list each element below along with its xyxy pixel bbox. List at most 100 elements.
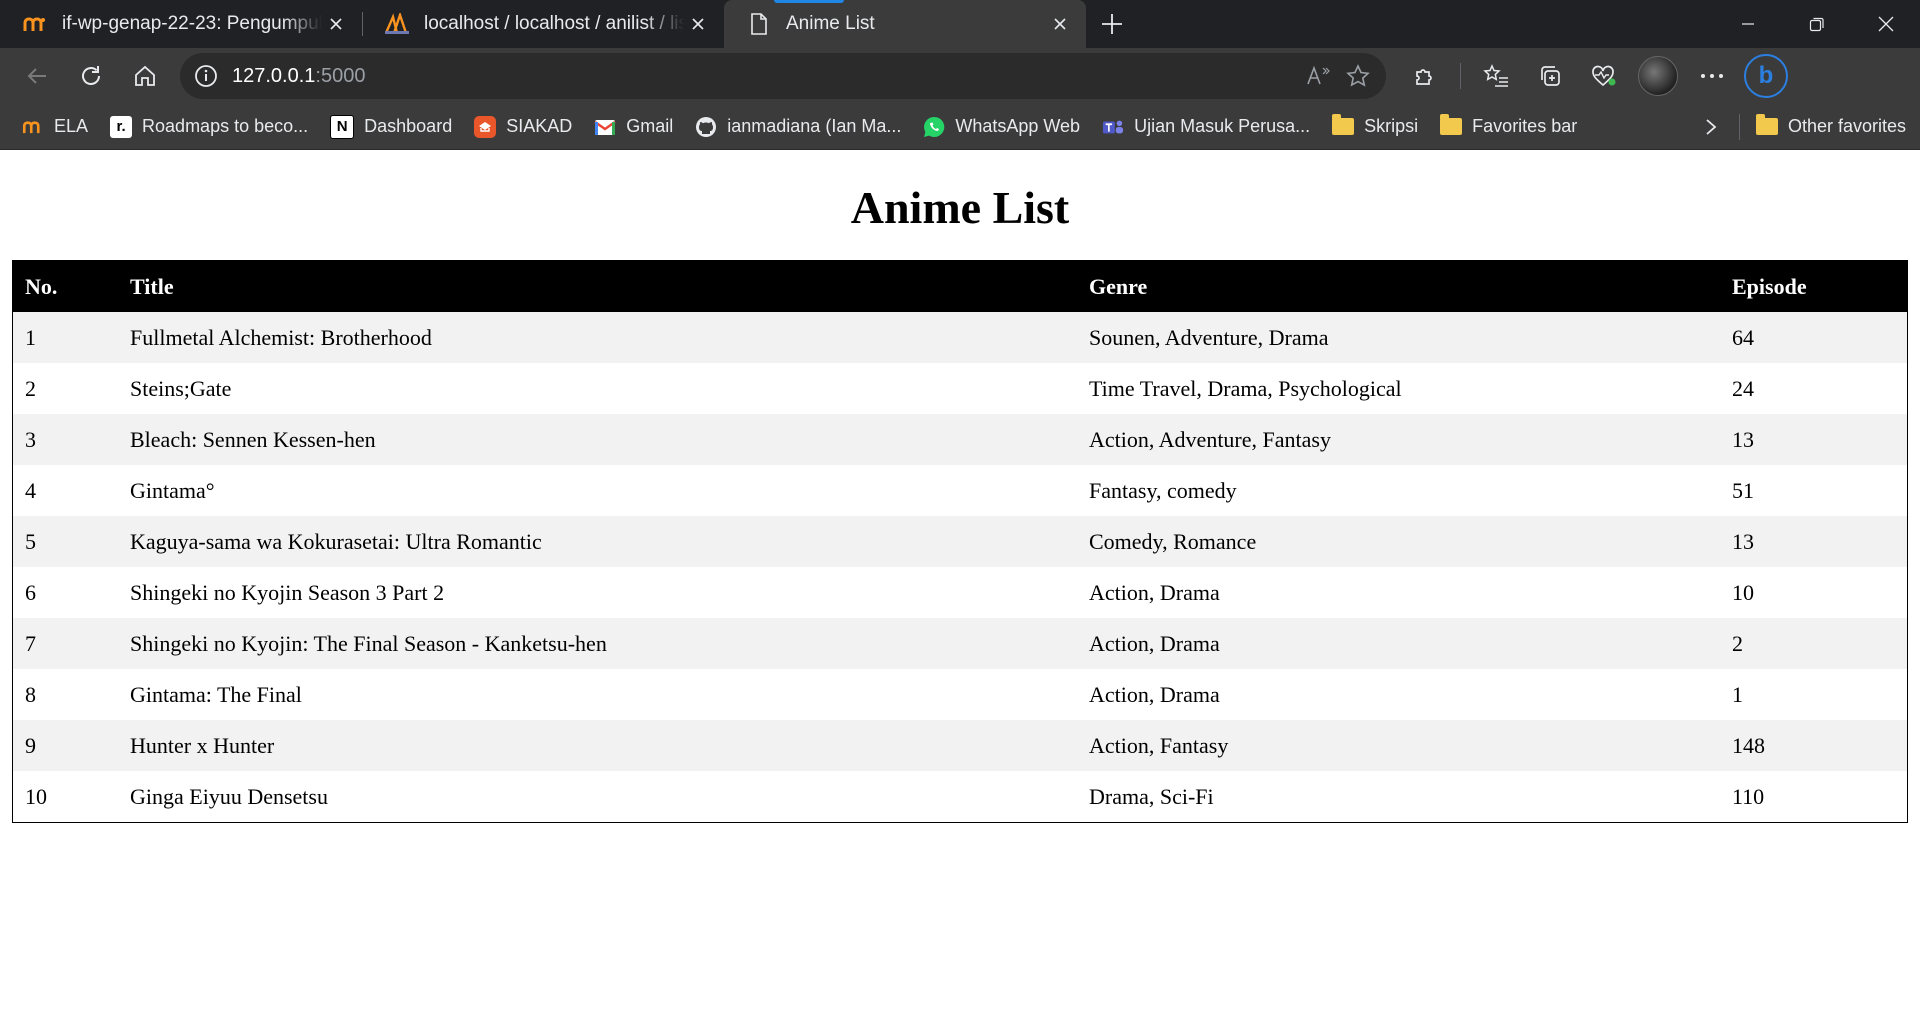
- cell-no: 8: [25, 681, 36, 707]
- whatsapp-icon: [923, 116, 945, 138]
- bookmark-folder-skripsi[interactable]: Skripsi: [1332, 114, 1418, 137]
- bookmark-gmail[interactable]: Gmail: [594, 116, 673, 138]
- site-info-icon[interactable]: [194, 64, 218, 88]
- column-header-no: No.: [12, 260, 118, 312]
- cell-episode: 51: [1732, 477, 1754, 503]
- tab-strip: if-wp-genap-22-23: Pengumpulan localhost…: [0, 0, 1920, 48]
- cell-genre: Time Travel, Drama, Psychological: [1089, 375, 1402, 401]
- tab-title: localhost / localhost / anilist / list: [424, 13, 684, 34]
- heart-pulse-icon: [1592, 65, 1616, 87]
- table-row: 1 Fullmetal Alchemist: Brotherhood Soune…: [12, 312, 1908, 363]
- bookmark-ela[interactable]: ELA: [22, 116, 88, 138]
- cell-title: Ginga Eiyuu Densetsu: [130, 783, 328, 809]
- cell-no: 7: [25, 630, 36, 656]
- address-bar[interactable]: 127.0.0.1:5000: [180, 53, 1386, 99]
- page-icon: [746, 11, 772, 37]
- cell-no: 9: [25, 732, 36, 758]
- favorites-list-icon: [1483, 64, 1508, 87]
- close-window-button[interactable]: [1851, 0, 1920, 48]
- refresh-button[interactable]: [64, 54, 118, 98]
- favorites-bar: ELA r. Roadmaps to beco... N Dashboard S…: [0, 104, 1920, 150]
- cell-no: 2: [25, 375, 36, 401]
- table-row: 2 Steins;Gate Time Travel, Drama, Psycho…: [12, 363, 1908, 414]
- roadmap-icon: r.: [110, 115, 133, 138]
- cell-episode: 10: [1732, 579, 1754, 605]
- restore-icon: [1809, 17, 1824, 32]
- other-favorites-label: Other favorites: [1787, 116, 1906, 136]
- cell-no: 6: [25, 579, 36, 605]
- cell-genre: Action, Drama: [1089, 579, 1220, 605]
- more-bookmarks-button[interactable]: [1689, 118, 1733, 136]
- page-title: Anime List: [850, 182, 1070, 233]
- more-dots-icon: [1701, 74, 1723, 78]
- bookmark-siakad[interactable]: SIAKAD: [474, 115, 573, 138]
- cell-title: Shingeki no Kyojin: The Final Season - K…: [130, 630, 607, 656]
- cell-episode: 1: [1732, 681, 1743, 707]
- cell-title: Gintama: The Final: [130, 681, 302, 707]
- close-icon: [1878, 16, 1893, 32]
- cell-no: 1: [25, 324, 36, 350]
- bookmark-folder-favorites-bar[interactable]: Favorites bar: [1440, 114, 1578, 137]
- profile-button[interactable]: [1631, 54, 1685, 98]
- other-favorites-folder[interactable]: Other favorites: [1755, 114, 1906, 137]
- cell-genre: Action, Drama: [1089, 681, 1220, 707]
- cell-episode: 2: [1732, 630, 1743, 656]
- table-row: 4 Gintama° Fantasy, comedy 51: [12, 465, 1908, 516]
- column-header-episode: Episode: [1720, 260, 1908, 312]
- bookmark-ujian[interactable]: Ujian Masuk Perusa...: [1102, 116, 1310, 138]
- back-button[interactable]: [10, 54, 64, 98]
- extensions-button[interactable]: [1398, 54, 1452, 98]
- home-icon: [135, 65, 155, 86]
- bookmarks-divider: [1738, 113, 1740, 140]
- cell-title: Hunter x Hunter: [130, 732, 275, 758]
- cell-episode: 13: [1732, 528, 1754, 554]
- refresh-icon: [82, 66, 100, 85]
- minimize-button[interactable]: [1713, 0, 1782, 48]
- bookmark-label: Favorites bar: [1472, 116, 1578, 136]
- close-tab-icon[interactable]: [322, 10, 350, 38]
- cell-genre: Fantasy, comedy: [1089, 477, 1237, 503]
- cell-title: Bleach: Sennen Kessen-hen: [130, 426, 376, 452]
- cell-episode: 24: [1732, 375, 1754, 401]
- bookmark-label: SIAKAD: [506, 116, 573, 136]
- bookmark-roadmaps[interactable]: r. Roadmaps to beco...: [110, 115, 308, 138]
- tab-phpmyadmin[interactable]: localhost / localhost / anilist / list: [362, 0, 724, 48]
- moodle-icon: [22, 116, 44, 138]
- url-port: :5000: [315, 64, 366, 87]
- tab-anime-list[interactable]: Anime List: [724, 0, 1086, 48]
- plus-icon: [1102, 14, 1122, 34]
- new-tab-button[interactable]: [1086, 0, 1138, 48]
- favorites-button[interactable]: [1469, 54, 1523, 98]
- bookmark-label: WhatsApp Web: [955, 116, 1081, 136]
- bookmark-label: ELA: [54, 116, 89, 136]
- copilot-button[interactable]: b: [1739, 54, 1793, 98]
- read-aloud-icon[interactable]: [1306, 64, 1332, 88]
- navigation-toolbar: 127.0.0.1:5000 b: [0, 48, 1920, 104]
- cell-genre: Action, Adventure, Fantasy: [1089, 426, 1331, 452]
- tab-moodle[interactable]: if-wp-genap-22-23: Pengumpulan: [0, 0, 362, 48]
- cell-genre: Action, Drama: [1089, 630, 1220, 656]
- bookmark-github[interactable]: ianmadiana (Ian Ma...: [695, 116, 901, 138]
- favorite-star-icon[interactable]: [1346, 64, 1370, 88]
- cell-no: 10: [25, 783, 47, 809]
- performance-button[interactable]: [1577, 54, 1631, 98]
- cell-title: Steins;Gate: [130, 375, 232, 401]
- more-menu-button[interactable]: [1685, 54, 1739, 98]
- url-text[interactable]: 127.0.0.1:5000: [232, 65, 1306, 88]
- bookmark-dashboard[interactable]: N Dashboard: [330, 114, 452, 139]
- close-tab-icon[interactable]: [684, 10, 712, 38]
- folder-icon: [1440, 114, 1463, 135]
- teams-icon: [1102, 116, 1124, 138]
- cell-episode: 110: [1732, 783, 1765, 809]
- collections-button[interactable]: [1523, 54, 1577, 98]
- column-header-genre: Genre: [1077, 260, 1720, 312]
- restore-button[interactable]: [1782, 0, 1851, 48]
- cell-genre: Sounen, Adventure, Drama: [1089, 324, 1329, 350]
- puzzle-icon: [1416, 69, 1432, 85]
- home-button[interactable]: [118, 54, 172, 98]
- table-row: 3 Bleach: Sennen Kessen-hen Action, Adve…: [12, 414, 1908, 465]
- close-tab-icon[interactable]: [1046, 10, 1074, 38]
- cell-title: Kaguya-sama wa Kokurasetai: Ultra Romant…: [130, 528, 542, 554]
- bookmark-whatsapp[interactable]: WhatsApp Web: [923, 116, 1080, 138]
- minimize-icon: [1741, 23, 1754, 25]
